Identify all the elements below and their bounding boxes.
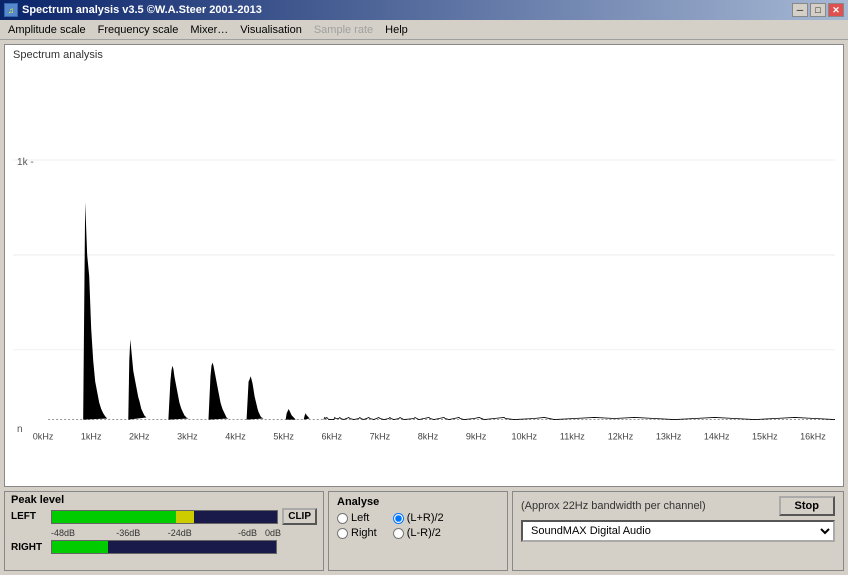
lpr2-radio[interactable] bbox=[393, 513, 404, 524]
left-radio-label: Left bbox=[351, 512, 369, 524]
svg-text:3kHz: 3kHz bbox=[177, 431, 198, 441]
svg-text:9kHz: 9kHz bbox=[466, 431, 487, 441]
device-top: (Approx 22Hz bandwidth per channel) Stop bbox=[521, 496, 835, 516]
menu-item-sample-rate: Sample rate bbox=[308, 22, 379, 38]
right-bar-dark bbox=[108, 541, 276, 553]
titlebar-controls: ─ □ ✕ bbox=[792, 3, 844, 17]
right-bar-green bbox=[52, 541, 108, 553]
titlebar-title: Spectrum analysis v3.5 ©W.A.Steer 2001-2… bbox=[22, 4, 262, 16]
stop-button[interactable]: Stop bbox=[779, 496, 835, 516]
minimize-button[interactable]: ─ bbox=[792, 3, 808, 17]
menu-item-help[interactable]: Help bbox=[379, 22, 414, 38]
left-bar-yellow bbox=[176, 511, 194, 523]
device-section: (Approx 22Hz bandwidth per channel) Stop… bbox=[512, 491, 844, 571]
lmr2-radio[interactable] bbox=[393, 528, 404, 539]
right-level-bar bbox=[51, 540, 277, 554]
maximize-button[interactable]: □ bbox=[810, 3, 826, 17]
level-markers: -48dB -36dB -24dB -6dB 0dB bbox=[51, 528, 281, 538]
left-radio[interactable] bbox=[337, 513, 348, 524]
svg-text:5kHz: 5kHz bbox=[273, 431, 294, 441]
analyse-left-option[interactable]: Left bbox=[337, 512, 377, 524]
marker-36db: -36dB bbox=[103, 528, 155, 538]
bottom-bar: Peak level LEFT CLIP -48dB -36dB -24dB -… bbox=[4, 491, 844, 571]
clip-button[interactable]: CLIP bbox=[282, 508, 317, 525]
analyse-col-2: (L+R)/2 (L-R)/2 bbox=[393, 512, 444, 539]
marker-24db: -24dB bbox=[154, 528, 206, 538]
left-level-bar bbox=[51, 510, 278, 524]
peak-level-section: Peak level LEFT CLIP -48dB -36dB -24dB -… bbox=[4, 491, 324, 571]
left-bar-green bbox=[52, 511, 176, 523]
svg-text:1kHz: 1kHz bbox=[81, 431, 102, 441]
marker-48db: -48dB bbox=[51, 528, 103, 538]
peak-level-title: Peak level bbox=[11, 494, 317, 506]
menu-item-frequency-scale[interactable]: Frequency scale bbox=[92, 22, 185, 38]
main-content: Spectrum analysis 1k - n bbox=[0, 40, 848, 575]
svg-text:2kHz: 2kHz bbox=[129, 431, 150, 441]
svg-text:16kHz: 16kHz bbox=[800, 431, 826, 441]
svg-text:6kHz: 6kHz bbox=[322, 431, 343, 441]
svg-text:14kHz: 14kHz bbox=[704, 431, 730, 441]
left-channel-row: LEFT CLIP bbox=[11, 508, 317, 525]
svg-text:n: n bbox=[17, 424, 23, 435]
marker-6db: -6dB bbox=[206, 528, 258, 538]
app-icon: ♫ bbox=[4, 3, 18, 17]
spectrum-panel: Spectrum analysis 1k - n bbox=[4, 44, 844, 487]
close-button[interactable]: ✕ bbox=[828, 3, 844, 17]
right-channel-label: RIGHT bbox=[11, 542, 47, 553]
analyse-section: Analyse Left Right (L+R)/2 bbox=[328, 491, 508, 571]
titlebar-left: ♫ Spectrum analysis v3.5 ©W.A.Steer 2001… bbox=[4, 3, 262, 17]
spectrum-svg: 1k - n bbox=[13, 65, 835, 466]
marker-0db: 0dB bbox=[257, 528, 281, 538]
titlebar: ♫ Spectrum analysis v3.5 ©W.A.Steer 2001… bbox=[0, 0, 848, 20]
menu-item-mixer-[interactable]: Mixer… bbox=[184, 22, 234, 38]
lpr2-radio-label: (L+R)/2 bbox=[407, 512, 444, 524]
analyse-title: Analyse bbox=[337, 496, 499, 508]
analyse-right-option[interactable]: Right bbox=[337, 527, 377, 539]
spectrum-chart: 1k - n bbox=[13, 65, 835, 466]
svg-text:13kHz: 13kHz bbox=[656, 431, 682, 441]
menubar: Amplitude scaleFrequency scaleMixer…Visu… bbox=[0, 20, 848, 40]
left-bar-dark bbox=[194, 511, 277, 523]
svg-text:4kHz: 4kHz bbox=[225, 431, 246, 441]
svg-text:8kHz: 8kHz bbox=[418, 431, 439, 441]
analyse-lpr2-option[interactable]: (L+R)/2 bbox=[393, 512, 444, 524]
svg-text:10kHz: 10kHz bbox=[511, 431, 537, 441]
right-channel-row: RIGHT bbox=[11, 540, 317, 554]
analyse-lmr2-option[interactable]: (L-R)/2 bbox=[393, 527, 444, 539]
lmr2-radio-label: (L-R)/2 bbox=[407, 527, 441, 539]
svg-text:7kHz: 7kHz bbox=[370, 431, 391, 441]
right-radio-label: Right bbox=[351, 527, 377, 539]
svg-text:15kHz: 15kHz bbox=[752, 431, 778, 441]
right-radio[interactable] bbox=[337, 528, 348, 539]
svg-text:11kHz: 11kHz bbox=[560, 431, 585, 441]
analyse-col-1: Left Right bbox=[337, 512, 377, 539]
device-select[interactable]: SoundMAX Digital Audio bbox=[521, 520, 835, 542]
left-channel-label: LEFT bbox=[11, 511, 47, 522]
svg-text:12kHz: 12kHz bbox=[608, 431, 634, 441]
spectrum-panel-label: Spectrum analysis bbox=[13, 49, 103, 61]
menu-item-visualisation[interactable]: Visualisation bbox=[234, 22, 308, 38]
analyse-options: Left Right (L+R)/2 (L-R)/2 bbox=[337, 512, 499, 539]
menu-item-amplitude-scale[interactable]: Amplitude scale bbox=[2, 22, 92, 38]
svg-text:1k -: 1k - bbox=[17, 157, 34, 168]
svg-text:0kHz: 0kHz bbox=[33, 431, 54, 441]
bandwidth-label: (Approx 22Hz bandwidth per channel) bbox=[521, 500, 706, 512]
